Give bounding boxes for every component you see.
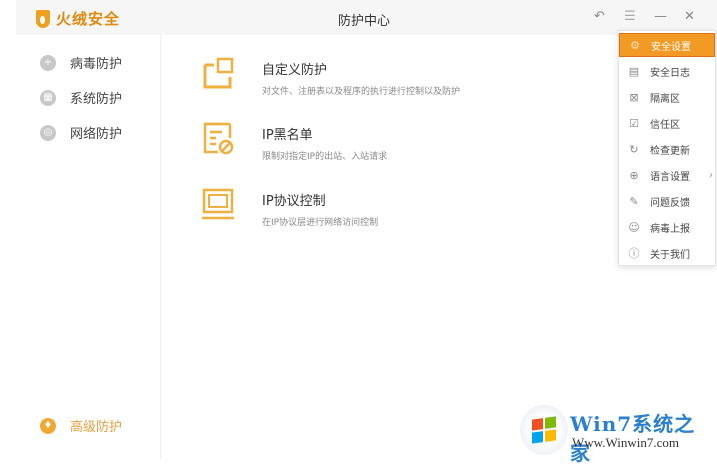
watermark-url: Www.Winwin7.com [572, 435, 679, 450]
back-icon[interactable]: ↶ [594, 9, 605, 24]
menu-item-label: 问题反馈 [650, 197, 690, 209]
menu-item-label: 病毒上报 [650, 223, 690, 235]
main-menu-button[interactable]: ☰ [624, 9, 636, 24]
custom-protection-icon [200, 55, 236, 91]
sidebar-item-label: 系统防护 [70, 92, 123, 107]
menu-item-security-settings[interactable]: ⚙ 安全设置 [619, 33, 715, 57]
sidebar-item-network-protection[interactable]: ◎ 网络防护 [40, 123, 122, 142]
feature-title: IP协议控制 [262, 194, 326, 209]
watermark-logo-icon [520, 405, 568, 455]
sidebar-item-label: 病毒防护 [70, 57, 123, 72]
ip-protocol-icon [200, 186, 236, 222]
huorong-logo-icon [36, 9, 50, 28]
menu-item-label: 安全日志 [650, 67, 690, 79]
feature-custom-protection[interactable]: 自定义防护对文件、注册表以及程序的执行进行控制以及防护 [200, 55, 460, 97]
refresh-icon: ↻ [629, 142, 639, 156]
feature-title: IP黑名单 [262, 128, 313, 143]
main-dropdown-menu: ⚙ 安全设置 ▤ 安全日志 ⊠ 隔离区 ☑ 信任区 ↻ 检查更新 ⊕ 语言设置 › ✎ 问题反馈… [618, 30, 716, 266]
menu-item-language[interactable]: ⊕ 语言设置 › [619, 163, 715, 187]
feature-desc: 限制对指定IP的出站、入站请求 [262, 152, 388, 162]
chevron-right-icon: › [709, 169, 713, 181]
page-title: 防护中心 [338, 14, 391, 29]
feature-ip-protocol-control[interactable]: IP协议控制在IP协议层进行网络访问控制 [200, 186, 378, 228]
menu-item-label: 检查更新 [650, 145, 690, 157]
menu-item-label: 隔离区 [650, 93, 680, 105]
info-icon: ⓘ [628, 247, 640, 260]
watermark: Win7系统之家 Www.Winwin7.com [520, 405, 715, 465]
menu-item-label: 关于我们 [650, 249, 690, 261]
menu-item-security-log[interactable]: ▤ 安全日志 [619, 59, 715, 83]
quarantine-icon: ⊠ [629, 90, 639, 104]
edit-icon: ✎ [629, 194, 639, 208]
globe-icon: ⊕ [629, 168, 639, 182]
ip-blacklist-icon [200, 120, 236, 156]
feature-title: 自定义防护 [262, 63, 328, 78]
chat-icon: ☺ [628, 220, 640, 234]
menu-item-virus-report[interactable]: ☺ 病毒上报 [619, 215, 715, 239]
close-button[interactable]: ✕ [684, 9, 695, 24]
menu-item-quarantine[interactable]: ⊠ 隔离区 [619, 85, 715, 109]
plus-circle-icon: + [40, 54, 56, 71]
log-icon: ▤ [628, 64, 640, 78]
feature-desc: 在IP协议层进行网络访问控制 [262, 218, 379, 228]
menu-item-about[interactable]: ⓘ 关于我们 [619, 241, 715, 265]
sidebar-item-virus-protection[interactable]: + 病毒防护 [40, 53, 122, 72]
menu-item-label: 安全设置 [651, 41, 691, 53]
app-logo: 火绒安全 [36, 8, 120, 29]
menu-item-label: 语言设置 [650, 171, 690, 183]
sidebar-item-label: 高级防护 [70, 420, 123, 435]
windows-icon: ▦ [40, 89, 56, 106]
gear-icon: ⚙ [630, 38, 640, 52]
menu-item-trust-zone[interactable]: ☑ 信任区 [619, 111, 715, 135]
feature-desc: 对文件、注册表以及程序的执行进行控制以及防护 [262, 87, 461, 97]
menu-item-feedback[interactable]: ✎ 问题反馈 [619, 189, 715, 213]
feature-ip-blacklist[interactable]: IP黑名单限制对指定IP的出站、入站请求 [200, 120, 387, 162]
app-name: 火绒安全 [56, 10, 121, 28]
sidebar-item-advanced-protection[interactable]: ♦ 高级防护 [40, 416, 122, 435]
sidebar-item-system-protection[interactable]: ▦ 系统防护 [40, 88, 122, 107]
diamond-icon: ♦ [40, 417, 56, 434]
checkbox-icon: ☑ [629, 116, 639, 130]
title-bar: 火绒安全 防护中心 ↶ ☰ — ✕ [16, 0, 717, 35]
sidebar-item-label: 网络防护 [70, 127, 123, 142]
minimize-button[interactable]: — [654, 9, 667, 24]
sidebar: + 病毒防护 ▦ 系统防护 ◎ 网络防护 ♦ 高级防护 [16, 35, 161, 459]
menu-item-label: 信任区 [650, 119, 680, 131]
globe-icon: ◎ [40, 124, 56, 141]
menu-item-check-update[interactable]: ↻ 检查更新 [619, 137, 715, 161]
